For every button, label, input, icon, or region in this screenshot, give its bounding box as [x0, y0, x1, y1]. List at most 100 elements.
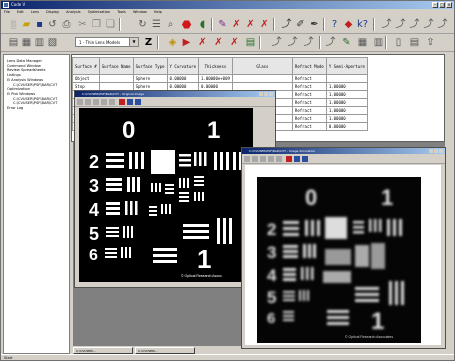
- menu-window[interactable]: Window: [130, 9, 150, 16]
- table-cell[interactable]: 0.00000: [166, 74, 199, 83]
- pan-icon[interactable]: [109, 99, 115, 105]
- curve-icon[interactable]: ⤴: [271, 37, 282, 48]
- menu-help[interactable]: Help: [151, 9, 165, 16]
- table-cell[interactable]: 1.00000: [325, 114, 368, 123]
- plot-window-title[interactable]: C:\CVUSER\PSF\BAR\CVT - Original Image: [75, 91, 275, 97]
- minimized-window-button[interactable]: C:\CVUSER\...: [135, 347, 195, 354]
- pan-icon[interactable]: [276, 156, 282, 162]
- zoom-icon[interactable]: ⌕: [165, 19, 176, 30]
- minimized-window-button[interactable]: C:\CVUSER\...: [73, 347, 133, 354]
- export-icon[interactable]: ⇪: [425, 37, 436, 48]
- pen-icon[interactable]: ✒: [309, 19, 320, 30]
- column-header[interactable]: Surface Type: [132, 57, 168, 75]
- info-icon[interactable]: [127, 99, 133, 105]
- menu-optimization[interactable]: Optimization: [85, 9, 113, 16]
- new-document-icon[interactable]: ▯: [8, 19, 19, 30]
- tools-icon[interactable]: ✎: [341, 37, 352, 48]
- plot-window-title[interactable]: C:\CVUSER\PSF\BAR\CVT - Image Simulation: [242, 148, 445, 154]
- table-cell[interactable]: 1.00000: [325, 106, 368, 115]
- mtf-icon[interactable]: ⤴: [395, 19, 406, 30]
- column-header[interactable]: Surface #: [72, 57, 100, 75]
- chevron-down-icon[interactable]: ▼: [129, 38, 138, 46]
- table-cell[interactable]: Refract: [291, 90, 327, 99]
- zoom-out-icon[interactable]: [101, 99, 107, 105]
- copy-icon[interactable]: [85, 99, 91, 105]
- minimize-button[interactable]: [259, 92, 263, 96]
- info-icon[interactable]: [294, 156, 300, 162]
- sort-icon[interactable]: Z: [143, 37, 154, 48]
- lens-element-icon[interactable]: ◈: [167, 37, 178, 48]
- zoom-in-icon[interactable]: [260, 156, 266, 162]
- table-row[interactable]: Object Sphere 0.00000 1.00000e+009 Refra…: [72, 74, 368, 83]
- curve3-icon[interactable]: ⤴: [303, 37, 314, 48]
- table-cell[interactable]: [98, 74, 134, 83]
- redo-icon[interactable]: ↻: [137, 19, 148, 30]
- table-cell[interactable]: Refract: [291, 82, 327, 91]
- stop-icon[interactable]: ⬣: [181, 19, 192, 30]
- context-help-icon[interactable]: k?: [357, 19, 368, 30]
- spot-icon[interactable]: ⤴: [381, 19, 392, 30]
- curve2-icon[interactable]: ⤴: [287, 37, 298, 48]
- table-cell[interactable]: [325, 74, 368, 83]
- help-icon[interactable]: ?: [329, 19, 340, 30]
- options-icon[interactable]: [302, 156, 308, 162]
- psf-icon[interactable]: ⤴: [409, 19, 420, 30]
- field-icon[interactable]: ✗: [229, 37, 240, 48]
- close-button[interactable]: [269, 92, 273, 96]
- ray-aim-icon[interactable]: ✗: [259, 19, 270, 30]
- table-cell[interactable]: 1.00000: [325, 90, 368, 99]
- title-bar[interactable]: Code V – □ ×: [1, 1, 454, 9]
- print-icon[interactable]: [244, 156, 250, 162]
- tolerance-icon[interactable]: ✗: [231, 19, 242, 30]
- column-header[interactable]: Y Semi-Aperture: [325, 57, 368, 75]
- insert-surface-icon[interactable]: ▶: [181, 37, 192, 48]
- tab-strip[interactable]: [79, 282, 253, 286]
- start-button[interactable]: Start: [1, 356, 13, 360]
- open-folder-icon[interactable]: ▰: [21, 19, 32, 30]
- record-icon[interactable]: [119, 99, 125, 105]
- menu-edit[interactable]: Edit: [14, 9, 27, 16]
- table-cell[interactable]: Refract: [291, 106, 327, 115]
- menu-tools[interactable]: Tools: [114, 9, 129, 16]
- page-setup-icon[interactable]: ▤: [409, 37, 420, 48]
- print-icon[interactable]: ⎙: [61, 19, 72, 30]
- page-icon[interactable]: ▯: [393, 37, 404, 48]
- paste-icon[interactable]: ❏: [105, 19, 116, 30]
- column-header[interactable]: Glass: [231, 57, 293, 75]
- record-icon[interactable]: [286, 156, 292, 162]
- table-cell[interactable]: Refract: [291, 114, 327, 123]
- table-cell[interactable]: 1.00000: [325, 98, 368, 107]
- table-cell[interactable]: Refract: [291, 98, 327, 107]
- draw-icon[interactable]: ✐: [295, 19, 306, 30]
- lens-icon[interactable]: ◖: [197, 19, 208, 30]
- table-cell[interactable]: 1.00000e+009: [198, 74, 233, 83]
- cut-icon[interactable]: ✂: [77, 19, 88, 30]
- column-header[interactable]: Refract Mode: [291, 57, 327, 75]
- menu-display[interactable]: Display: [43, 9, 62, 16]
- table-icon[interactable]: ▦: [21, 37, 32, 48]
- ray-trace-icon[interactable]: ⤴: [281, 19, 292, 30]
- table-cell[interactable]: [231, 74, 293, 83]
- close-button[interactable]: [439, 149, 443, 153]
- mtf-plot-icon[interactable]: ✗: [197, 37, 208, 48]
- table-cell[interactable]: Refract: [291, 74, 327, 83]
- minimize-button[interactable]: –: [432, 2, 438, 8]
- pupil-icon[interactable]: ✗: [213, 37, 224, 48]
- list-icon[interactable]: ☰: [151, 19, 162, 30]
- menu-file[interactable]: File: [1, 9, 13, 16]
- optimize-icon[interactable]: ✗: [245, 19, 256, 30]
- wavefront-icon[interactable]: ⤴: [423, 19, 434, 30]
- plot-icon[interactable]: ⤴: [437, 19, 448, 30]
- grid-icon[interactable]: ▥: [34, 37, 45, 48]
- lens-edit-icon[interactable]: ✎: [217, 19, 228, 30]
- options-icon[interactable]: [135, 99, 141, 105]
- undo-icon[interactable]: ↺: [47, 19, 58, 30]
- copy-icon[interactable]: ❐: [91, 19, 102, 30]
- sheet-icon[interactable]: ▤: [8, 37, 19, 48]
- target-icon[interactable]: ◆: [343, 19, 354, 30]
- table-cell[interactable]: Sphere: [132, 74, 168, 83]
- menu-lens[interactable]: Lens: [28, 9, 42, 16]
- lens-model-combo[interactable]: 1 - Thin Lens Models ▼: [75, 37, 139, 47]
- close-button[interactable]: ×: [446, 2, 452, 8]
- report-icon[interactable]: ▤: [245, 37, 256, 48]
